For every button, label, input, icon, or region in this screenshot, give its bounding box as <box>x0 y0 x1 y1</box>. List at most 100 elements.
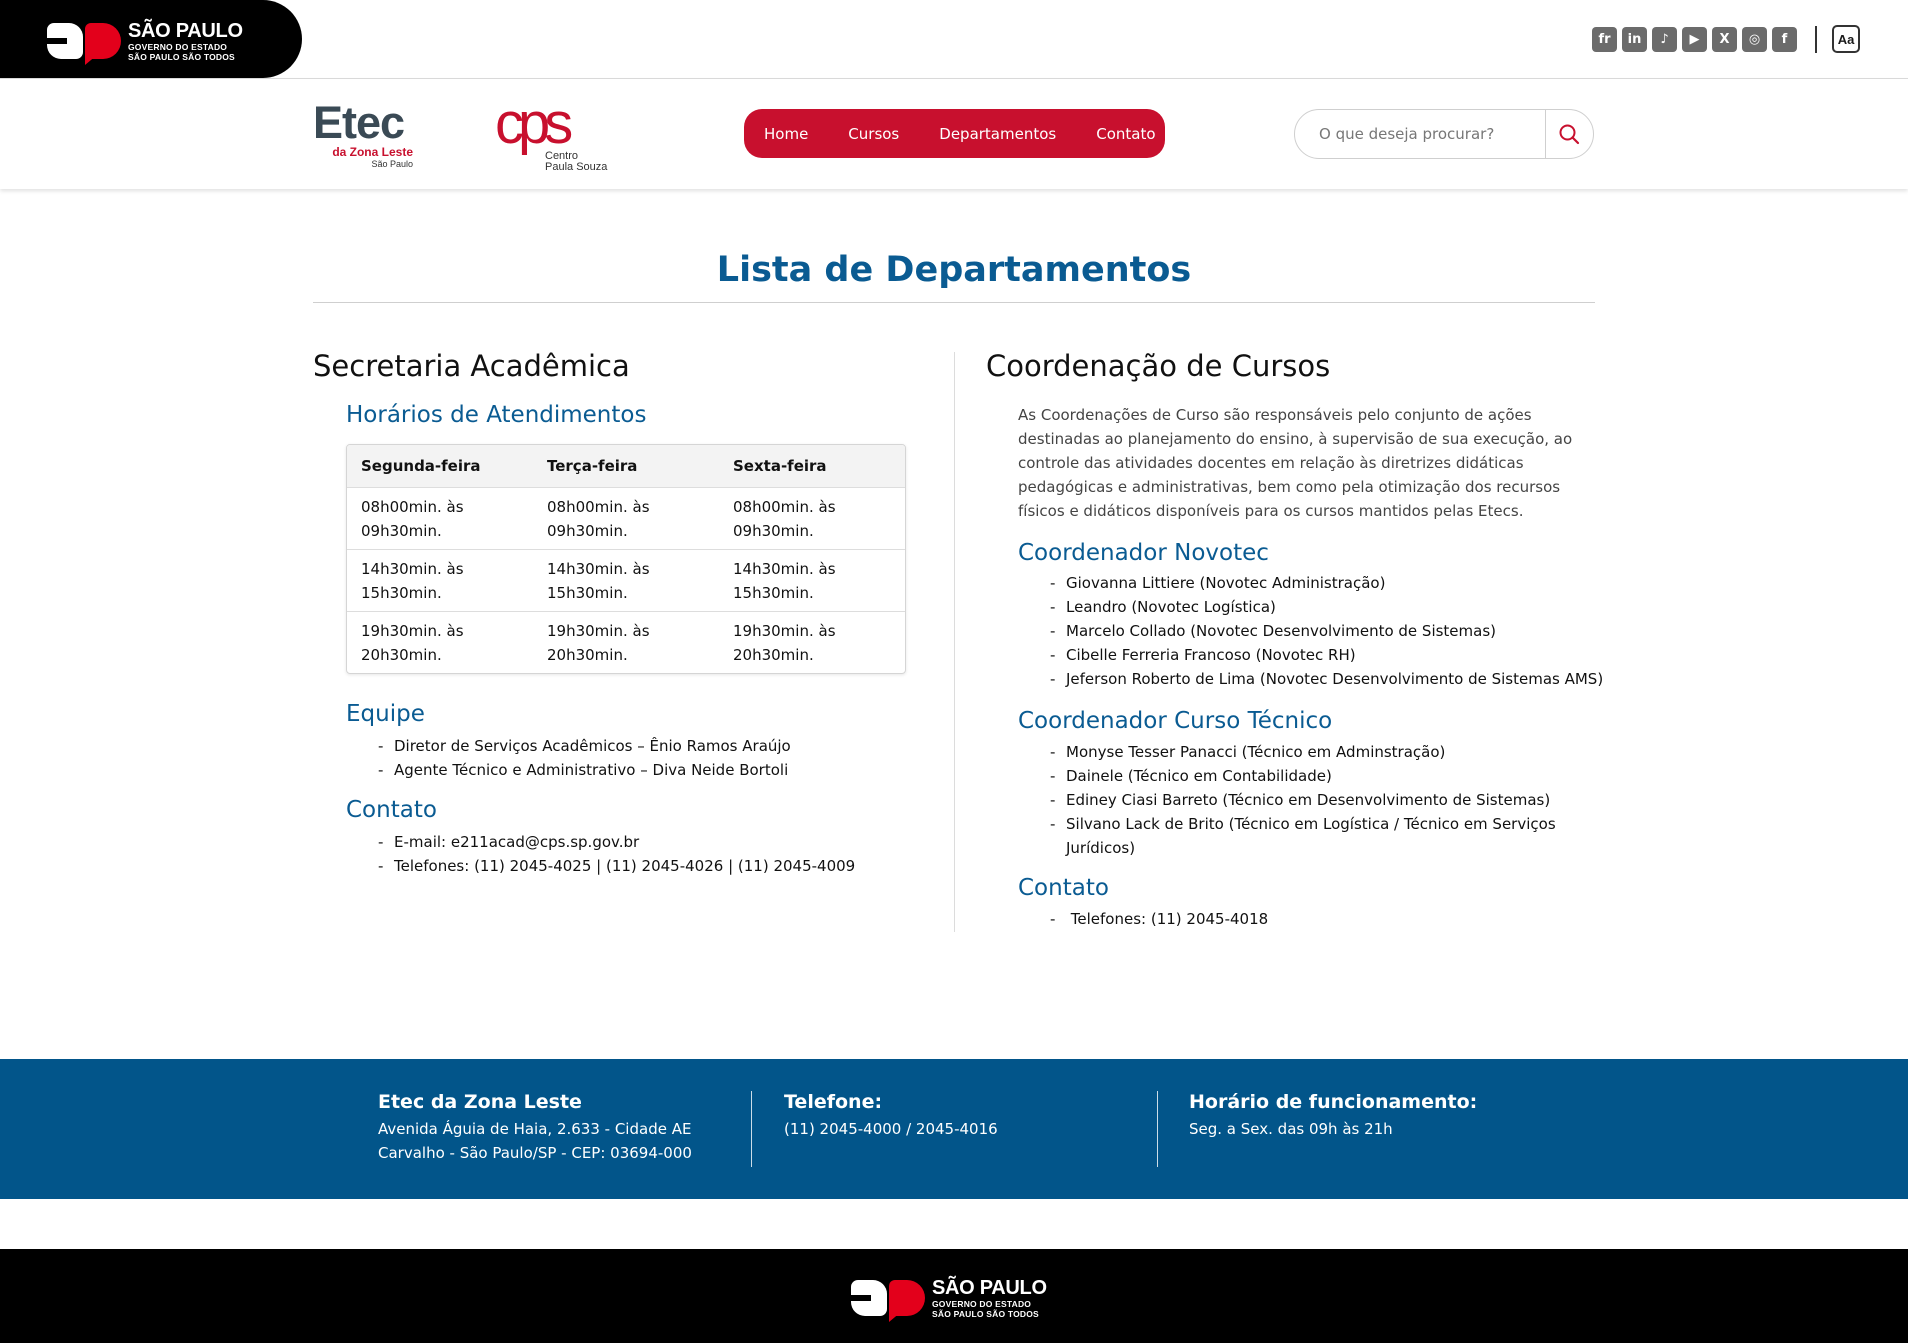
phones-item: Telefones: (11) 2045-4018 <box>1050 907 1268 931</box>
footer-address-line2: Carvalho - São Paulo/SP - CEP: 03694-000 <box>378 1144 692 1162</box>
sp-logo-mark: SÃO PAULO GOVERNO DO ESTADO SÃO PAULO SÃ… <box>47 21 243 61</box>
font-size-button[interactable]: Aa <box>1832 25 1860 53</box>
cps-logo[interactable]: cps Centro Paula Souza <box>495 95 620 177</box>
x-twitter-icon[interactable]: X <box>1712 27 1737 52</box>
secretaria-heading: Secretaria Acadêmica <box>313 349 630 383</box>
linkedin-icon[interactable]: in <box>1622 27 1647 52</box>
sp-logo-line2: GOVERNO DO ESTADO <box>932 1299 1032 1309</box>
sp-logo-line1: SÃO PAULO <box>932 1277 1047 1299</box>
sp-p-shape <box>889 1280 925 1316</box>
schedule-header-row: Segunda-feira Terça-feira Sexta-feira <box>347 445 905 487</box>
sp-logo-line2: GOVERNO DO ESTADO <box>128 42 228 52</box>
title-divider <box>313 302 1595 303</box>
novotec-list: Giovanna Littiere (Novotec Administração… <box>1050 571 1603 691</box>
search-divider <box>1545 110 1546 158</box>
table-cell: 19h30min. às 20h30min. <box>347 611 533 673</box>
footer-address-title: Etec da Zona Leste <box>378 1091 582 1113</box>
nav-home[interactable]: Home <box>764 125 808 143</box>
cell-line: 19h30min. às <box>361 622 464 640</box>
sp-logo-text: SÃO PAULO GOVERNO DO ESTADO SÃO PAULO SÃ… <box>128 21 243 61</box>
secretaria-contact-list: E-mail: e211acad@cps.sp.gov.br Telefones… <box>378 830 855 878</box>
list-item: Agente Técnico e Administrativo – Diva N… <box>378 758 791 782</box>
nav-departamentos[interactable]: Departamentos <box>939 125 1056 143</box>
flickr-icon[interactable]: fr <box>1592 27 1617 52</box>
secretaria-contact-heading: Contato <box>346 797 437 823</box>
etec-logo[interactable]: Etec da Zona Leste São Paulo <box>313 97 413 173</box>
page-title: Lista de Departamentos <box>716 250 1192 290</box>
cell-line: 14h30min. às <box>547 560 650 578</box>
cps-logo-text: Centro Paula Souza <box>545 151 607 173</box>
cell-line: 19h30min. às <box>733 622 836 640</box>
cell-line: 19h30min. às <box>547 622 650 640</box>
coordenacao-contact-list: Telefones: (11) 2045-4018 <box>1050 907 1268 931</box>
list-item: Jeferson Roberto de Lima (Novotec Desenv… <box>1050 667 1603 691</box>
footer-sp-logo[interactable]: SÃO PAULO GOVERNO DO ESTADO SÃO PAULO SÃ… <box>851 1278 1047 1318</box>
list-item: Dainele (Técnico em Contabilidade) <box>1050 764 1570 788</box>
footer-divider <box>751 1091 752 1167</box>
list-item: Marcelo Collado (Novotec Desenvolvimento… <box>1050 619 1603 643</box>
footer-hours-line1: Seg. a Sex. das 09h às 21h <box>1189 1120 1393 1138</box>
list-item: Giovanna Littiere (Novotec Administração… <box>1050 571 1603 595</box>
coordenacao-heading: Coordenação de Cursos <box>986 349 1331 383</box>
tiktok-icon[interactable]: ♪ <box>1652 27 1677 52</box>
search-box <box>1294 109 1594 159</box>
list-item: Leandro (Novotec Logística) <box>1050 595 1603 619</box>
cell-line: 14h30min. às <box>361 560 464 578</box>
cell-line: 15h30min. <box>733 584 814 602</box>
nav-cursos[interactable]: Cursos <box>848 125 899 143</box>
cell-line: 08h00min. às <box>547 498 650 516</box>
search-icon[interactable] <box>1558 123 1580 145</box>
youtube-icon[interactable]: ▶ <box>1682 27 1707 52</box>
cell-line: 20h30min. <box>547 646 628 664</box>
facebook-icon[interactable]: f <box>1772 27 1797 52</box>
table-cell: 08h00min. às 09h30min. <box>347 487 533 549</box>
table-cell: 08h00min. às 09h30min. <box>719 487 905 549</box>
etec-logo-name: Etec <box>313 97 405 148</box>
social-links: fr in ♪ ▶ X ◎ f <box>1592 27 1797 52</box>
footer-address-line1: Avenida Águia de Haia, 2.633 - Cidade AE <box>378 1120 692 1138</box>
list-item: Diretor de Serviços Acadêmicos – Ênio Ra… <box>378 734 791 758</box>
cell-line: 14h30min. às <box>733 560 836 578</box>
table-cell: 14h30min. às 15h30min. <box>719 549 905 611</box>
list-item: Ediney Ciasi Barreto (Técnico em Desenvo… <box>1050 788 1570 812</box>
nav-contato[interactable]: Contato <box>1096 125 1155 143</box>
list-item: Monyse Tesser Panacci (Técnico em Admins… <box>1050 740 1570 764</box>
site-header: Etec da Zona Leste São Paulo cps Centro … <box>0 79 1908 189</box>
sp-s-shape <box>851 1280 887 1316</box>
list-item: Cibelle Ferreria Francoso (Novotec RH) <box>1050 643 1603 667</box>
cell-line: 09h30min. <box>547 522 628 540</box>
table-row: 08h00min. às 09h30min. 08h00min. às 09h30m… <box>347 487 905 549</box>
footer-hours-title: Horário de funcionamento: <box>1189 1091 1478 1113</box>
footer-phone: Telefone: (11) 2045-4000 / 2045-4016 <box>784 1091 998 1141</box>
etec-logo-city: São Paulo <box>371 159 413 169</box>
footer-phone-line1: (11) 2045-4000 / 2045-4016 <box>784 1120 998 1138</box>
table-cell: 19h30min. às 20h30min. <box>533 611 719 673</box>
table-cell: 14h30min. às 15h30min. <box>347 549 533 611</box>
table-row: 14h30min. às 15h30min. 14h30min. às 15h30m… <box>347 549 905 611</box>
team-list: Diretor de Serviços Acadêmicos – Ênio Ra… <box>378 734 791 782</box>
sp-logo-text: SÃO PAULO GOVERNO DO ESTADO SÃO PAULO SÃ… <box>932 1278 1047 1318</box>
schedule-col-tuesday: Terça-feira <box>533 445 719 487</box>
email-item[interactable]: E-mail: e211acad@cps.sp.gov.br <box>378 830 855 854</box>
footer-phone-title: Telefone: <box>784 1091 883 1113</box>
cell-line: 08h00min. às <box>361 498 464 516</box>
tecnico-list: Monyse Tesser Panacci (Técnico em Admins… <box>1050 740 1570 860</box>
novotec-heading: Coordenador Novotec <box>1018 540 1269 566</box>
search-input[interactable] <box>1319 122 1539 146</box>
cps-logo-mark: cps <box>495 91 573 156</box>
table-row: 19h30min. às 20h30min. 19h30min. às 20h30m… <box>347 611 905 673</box>
team-heading: Equipe <box>346 701 425 727</box>
table-cell: 14h30min. às 15h30min. <box>533 549 719 611</box>
cell-line: 09h30min. <box>361 522 442 540</box>
coordenacao-description: As Coordenações de Curso são responsávei… <box>1018 406 1573 520</box>
instagram-icon[interactable]: ◎ <box>1742 27 1767 52</box>
list-item: Silvano Lack de Brito (Técnico em Logíst… <box>1050 812 1570 860</box>
sao-paulo-government-logo[interactable]: SÃO PAULO GOVERNO DO ESTADO SÃO PAULO SÃ… <box>0 0 302 78</box>
cell-line: 08h00min. às <box>733 498 836 516</box>
sp-logo-line3: SÃO PAULO SÃO TODOS <box>128 51 235 62</box>
cell-line: 20h30min. <box>733 646 814 664</box>
footer-divider <box>1157 1091 1158 1167</box>
cell-line: 09h30min. <box>733 522 814 540</box>
sp-s-shape <box>47 23 83 59</box>
main-navigation: Home Cursos Departamentos Contato <box>744 109 1165 158</box>
